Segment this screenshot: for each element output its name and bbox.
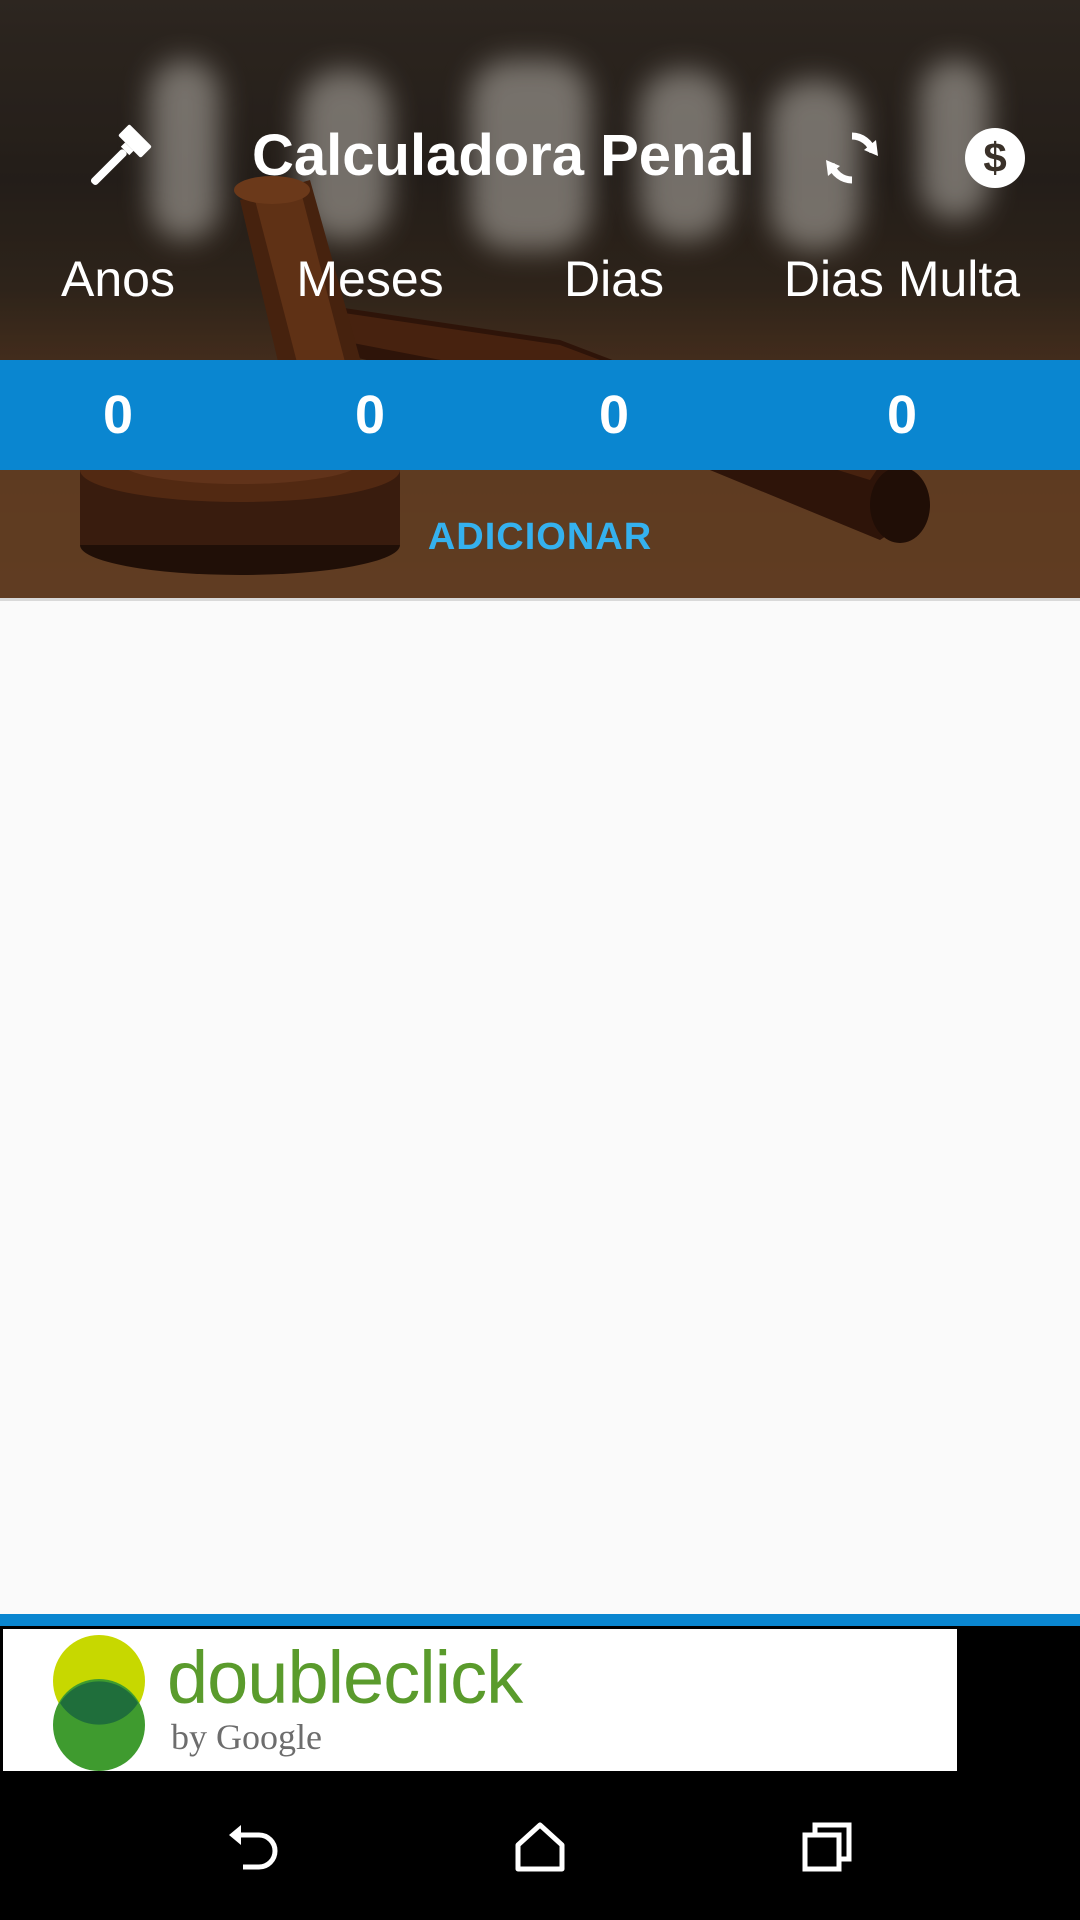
recents-icon[interactable] xyxy=(782,1802,872,1892)
label-dias-multa: Dias Multa xyxy=(783,251,1021,307)
accent-strip xyxy=(0,1614,1080,1626)
home-icon[interactable] xyxy=(495,1802,585,1892)
system-navbar xyxy=(0,1774,1080,1920)
ad-banner[interactable]: doubleclick by Google xyxy=(3,1629,957,1771)
add-button[interactable]: ADICIONAR xyxy=(390,500,690,574)
results-list xyxy=(0,601,1080,1614)
dollar-circle-icon[interactable]: $ xyxy=(955,118,1035,198)
value-meses: 0 xyxy=(354,385,386,445)
ad-sub-text: by Google xyxy=(171,1717,322,1757)
app-title: Calculadora Penal xyxy=(252,123,755,188)
value-dias: 0 xyxy=(598,385,630,445)
doubleclick-logo-icon xyxy=(53,1635,145,1771)
value-dias-multa: 0 xyxy=(886,385,918,445)
label-meses: Meses xyxy=(296,251,444,307)
totals-bar: 0 0 0 0 xyxy=(0,360,1080,470)
back-icon[interactable] xyxy=(208,1802,298,1892)
toolbar: Calculadora Penal $ xyxy=(0,100,1080,212)
refresh-icon[interactable] xyxy=(812,118,892,198)
header-background: Calculadora Penal $ Anos Meses Dias Dias… xyxy=(0,0,1080,600)
label-dias: Dias xyxy=(563,251,665,307)
ad-container: doubleclick by Google xyxy=(0,1626,1080,1774)
label-anos: Anos xyxy=(61,251,175,307)
ad-brand-text: doubleclick xyxy=(167,1636,523,1719)
gavel-icon[interactable] xyxy=(78,118,158,198)
svg-text:$: $ xyxy=(983,134,1006,181)
column-labels: Anos Meses Dias Dias Multa xyxy=(0,244,1080,314)
value-anos: 0 xyxy=(102,385,134,445)
